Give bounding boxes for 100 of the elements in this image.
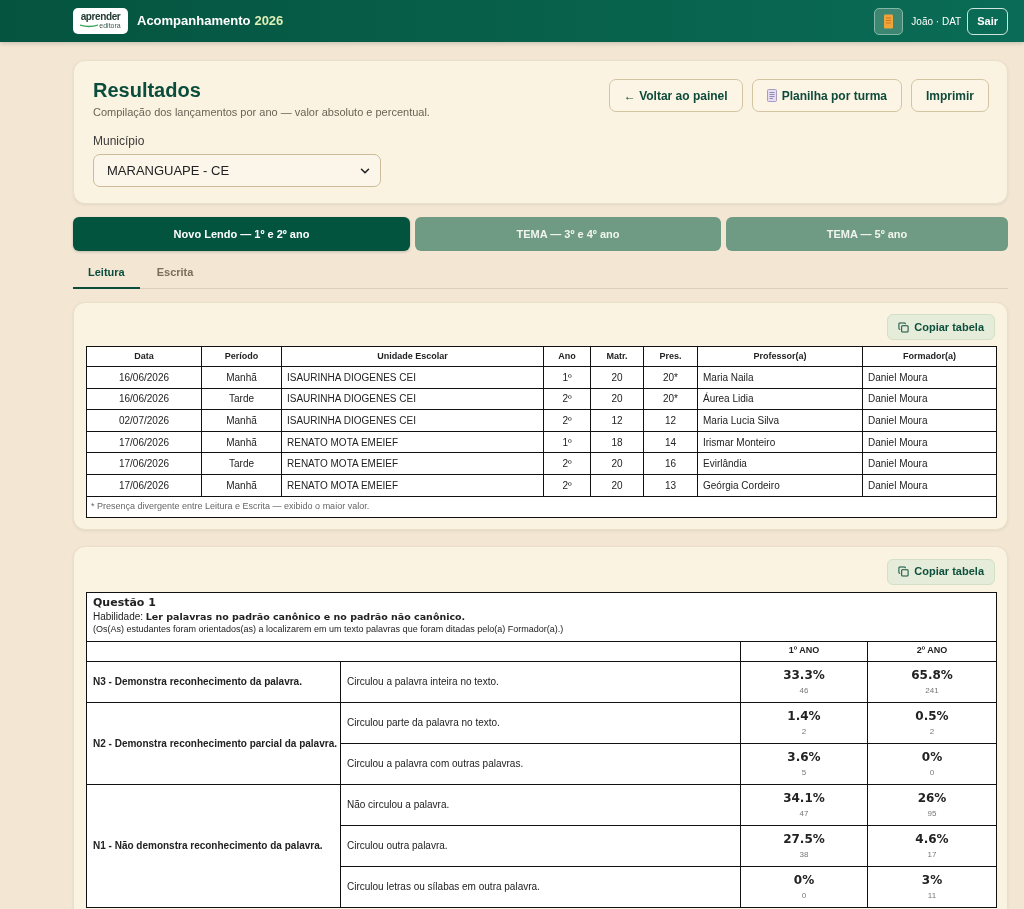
column-header: Professor(a) [697,346,863,367]
skill-tab[interactable]: Escrita [139,258,211,289]
percent-value: 34.1% [782,790,826,806]
action-button[interactable]: Imprimir [911,79,989,112]
table-cell: ISAURINHA DIOGENES CEI [281,366,544,389]
column-header: Ano [543,346,591,367]
question-title: Questão 1 [93,595,157,610]
document-icon [766,89,777,102]
count-value: 11 [926,890,938,901]
table-cell: 20* [643,388,698,410]
column-header: Formador(a) [862,346,997,367]
notepad-icon [883,13,895,29]
action-button[interactable]: ← Voltar ao painel [608,79,743,112]
percent-value: 26% [916,790,948,806]
count-value: 38 [798,849,810,860]
table-cell: Manhã [201,474,282,497]
document-button[interactable] [874,7,904,35]
table-cell: 13 [643,474,698,497]
percent-value: 1.4% [786,708,822,724]
table-cell: Tarde [201,452,282,475]
copy-table-button[interactable]: Copiar tabela [887,314,995,340]
level-cell: N3 - Demonstra reconhecimento da palavra. [86,661,341,703]
column-header: 1º ANO [740,641,868,662]
count-value: 95 [926,808,938,819]
logo-text: aprender [80,12,121,22]
count-value: 0 [800,890,808,901]
table-cell: 20 [590,388,644,410]
percent-value: 33.3% [782,667,826,683]
table-cell: 12 [590,409,644,432]
action-button[interactable]: Planilha por turma [751,79,902,112]
title-year: 2026 [254,12,284,31]
app-title: Acompanhamento [137,12,251,31]
table-cell: Manhã [201,409,282,432]
table-cell: RENATO MOTA EMEIEF [281,431,544,453]
logout-button[interactable]: Sair [967,7,1008,35]
table-cell: Evirlândia [697,452,863,475]
count-value: 0 [928,767,936,778]
table-cell: Daniel Moura [862,452,997,475]
count-value: 2 [800,726,808,737]
column-header: Data [86,346,202,367]
percent-value: 65.8% [910,667,954,683]
column-header: Matr. [590,346,644,367]
table-cell: Maria Naila [697,366,863,389]
table-cell: RENATO MOTA EMEIEF [281,474,544,497]
table-cell: 20* [643,366,698,389]
answer-cell: Circulou a palavra inteira no texto. [340,661,741,703]
table-cell: 20 [590,452,644,475]
table-cell: Manhã [201,431,282,453]
answer-cell: Não circulou a palavra. [340,784,741,826]
skill-tab[interactable]: Leitura [73,258,140,289]
table-cell: 1º [543,431,591,453]
municipality-label: Município [93,134,146,148]
count-value: 2 [928,726,936,737]
table-cell: 17/06/2026 [86,431,202,453]
municipality-select[interactable]: MARANGUAPE - CE [93,154,381,187]
answer-cell: Circulou a palavra com outras palavras. [340,743,741,785]
answer-cell: Circulou letras ou sílabas em outra palavra. [340,866,741,908]
table-cell: 20 [590,366,644,389]
table-cell: ISAURINHA DIOGENES CEI [281,388,544,410]
percent-value: 0.5% [914,708,950,724]
table-cell: Irismar Monteiro [697,431,863,453]
percent-value: 0% [792,872,816,888]
table-cell: 14 [643,431,698,453]
count-value: 46 [798,685,810,696]
table-cell: 2º [543,452,591,475]
column-header: Pres. [643,346,698,367]
table-cell: 2º [543,388,591,410]
table-cell: 2º [543,409,591,432]
percent-value: 3% [920,872,944,888]
percent-value: 0% [920,749,944,765]
copy-icon [898,321,910,333]
count-value: 5 [800,767,808,778]
table-cell: Áurea Lidia [697,388,863,410]
answer-cell: Circulou outra palavra. [340,825,741,867]
table-cell: Geórgia Cordeiro [697,474,863,497]
table-cell: Tarde [201,388,282,410]
table-cell: 17/06/2026 [86,474,202,497]
column-header: 2º ANO [867,641,997,662]
swoosh-icon [80,24,99,28]
page-subtitle: Compilação dos lançamentos por ano — valor absoluto e percentual. [93,105,430,119]
level-cell: N2 - Demonstra reconhecimento parcial da palavra. [86,702,341,785]
skill-text: Habilidade: Ler palavras no padrão canônico e no padrão não canônico. [93,609,467,623]
table-cell: 18 [590,431,644,453]
column-header: Unidade Escolar [281,346,544,367]
table-cell: 16 [643,452,698,475]
table-cell: RENATO MOTA EMEIEF [281,452,544,475]
copy-icon [898,566,910,578]
page-title: Resultados [93,78,202,102]
table-cell: ISAURINHA DIOGENES CEI [281,409,544,432]
column-header: Período [201,346,282,367]
table-cell: 16/06/2026 [86,388,202,410]
copy-table-button[interactable]: Copiar tabela [887,558,995,585]
count-value: 17 [926,849,938,860]
table-cell: 02/07/2026 [86,409,202,432]
user-name: João · DAT [911,14,962,29]
table-cell: Daniel Moura [862,409,997,432]
program-tab[interactable]: Novo Lendo — 1º e 2º ano [73,217,410,251]
answer-cell: Circulou parte da palavra no texto. [340,702,741,744]
table-cell: Daniel Moura [862,388,997,410]
table-cell: 17/06/2026 [86,452,202,475]
